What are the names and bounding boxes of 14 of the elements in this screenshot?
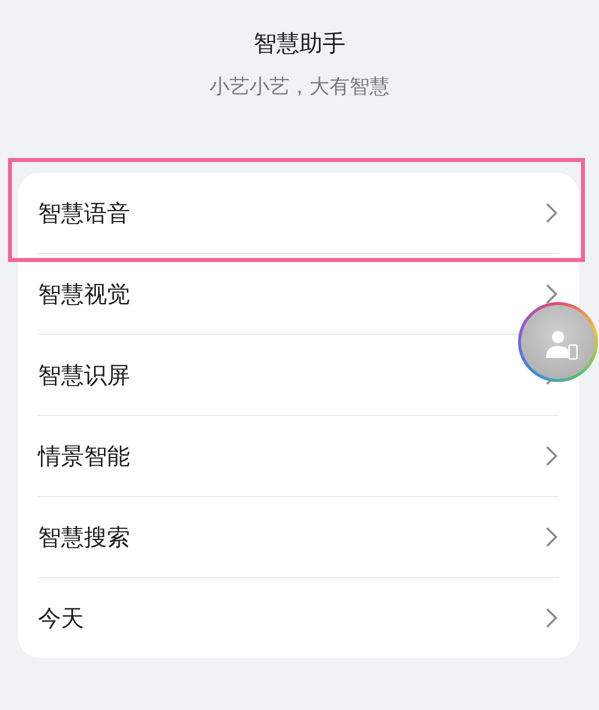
item-label: 智慧搜索 xyxy=(38,524,130,552)
chevron-icon xyxy=(545,606,559,630)
item-label: 智慧识屏 xyxy=(38,362,130,390)
person-phone-icon xyxy=(544,328,578,362)
page-subtitle: 小艺小艺，大有智慧 xyxy=(210,73,390,100)
chevron-icon xyxy=(545,282,559,306)
item-label: 智慧视觉 xyxy=(38,280,130,310)
chevron-icon xyxy=(545,201,559,225)
chevron-icon xyxy=(545,525,559,549)
item-label: 情景智能 xyxy=(38,442,130,472)
page-title: 智慧助手 xyxy=(254,30,346,59)
item-label: 今天 xyxy=(38,604,84,634)
item-label: 智慧语音 xyxy=(38,200,130,228)
chevron-icon xyxy=(545,444,559,468)
